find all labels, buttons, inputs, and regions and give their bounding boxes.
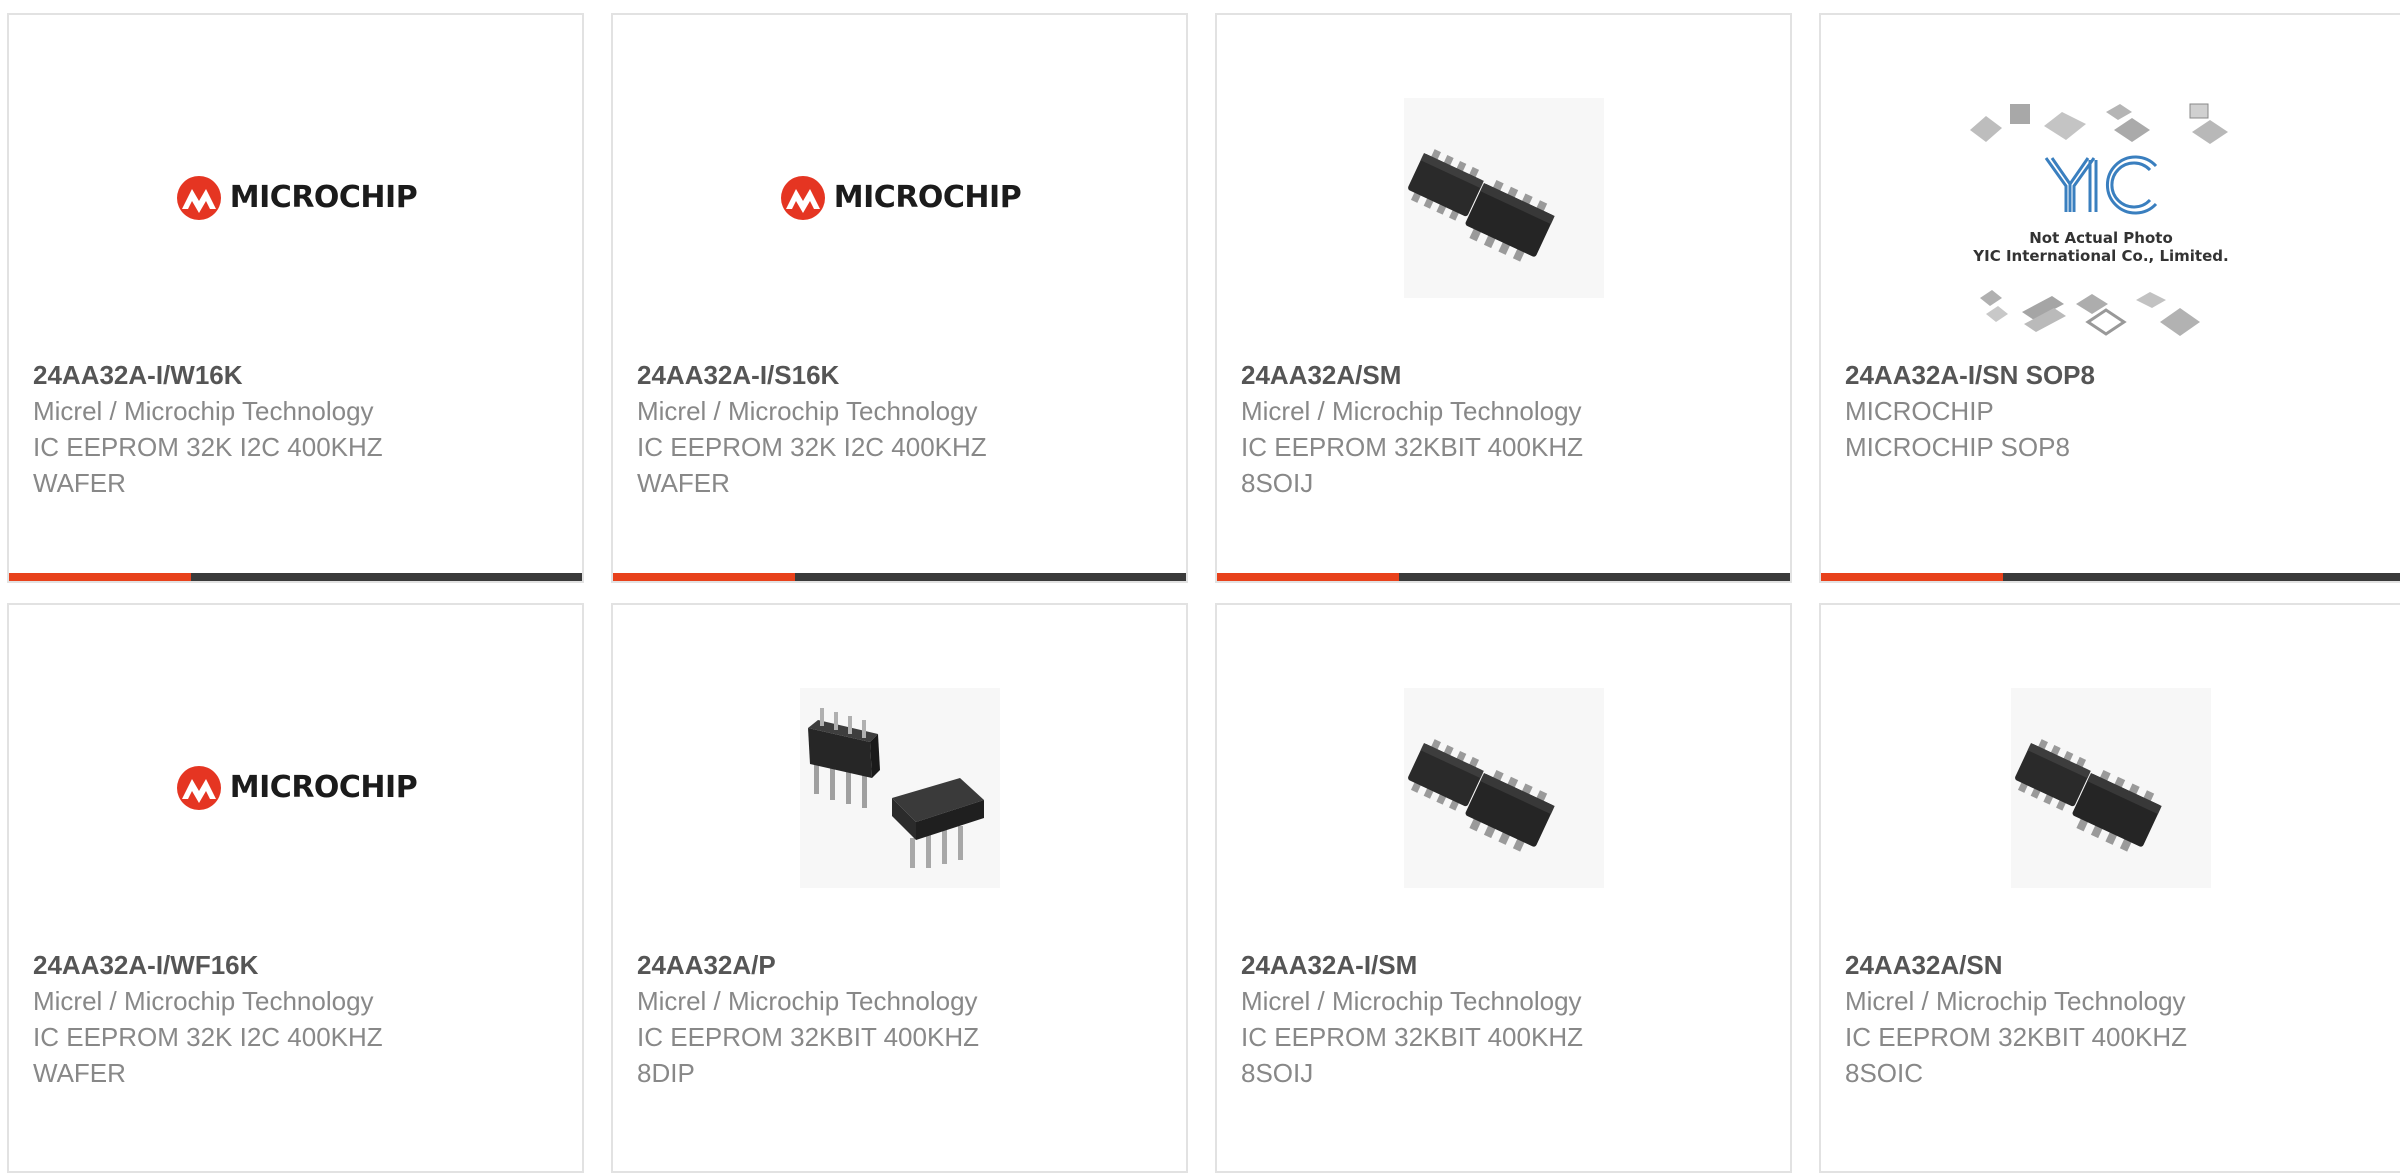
product-image[interactable]: MICROCHIP (9, 75, 582, 320)
yic-line2: YIC International Co., Limited. (1972, 247, 2228, 265)
description-line: IC EEPROM 32K I2C 400KHZ (33, 432, 383, 462)
manufacturer: Micrel / Microchip Technology (1241, 396, 1582, 426)
part-number-link[interactable]: 24AA32A/P (637, 947, 1166, 983)
product-card[interactable]: Not Actual Photo YIC International Co., … (1819, 13, 2400, 583)
microchip-logo: MICROCHIP (778, 175, 1022, 221)
description-line: IC EEPROM 32KBIT 400KHZ (1241, 1022, 1583, 1052)
manufacturer: Micrel / Microchip Technology (637, 396, 978, 426)
product-card[interactable]: MICROCHIP 24AA32A-I/WF16K Micrel / Micro… (7, 603, 584, 1173)
microchip-logo: MICROCHIP (174, 175, 418, 221)
card-accent-bar (613, 573, 795, 581)
yic-line1: Not Actual Photo (2029, 229, 2173, 247)
yic-not-actual-photo: Not Actual Photo YIC International Co., … (1969, 103, 2228, 336)
part-number-link[interactable]: 24AA32A/SN (1845, 947, 2380, 983)
product-image[interactable]: Not Actual Photo YIC International Co., … (1821, 100, 2400, 360)
product-image[interactable] (613, 665, 1186, 910)
product-card[interactable]: MICROCHIP 24AA32A-I/W16K Micrel / Microc… (7, 13, 584, 583)
soic-chips-photo (2010, 687, 2211, 888)
microchip-logo-text: MICROCHIP (229, 180, 418, 215)
soic-chips-photo (1403, 687, 1604, 888)
card-bottom-bar (1821, 573, 2400, 581)
manufacturer: Micrel / Microchip Technology (33, 396, 374, 426)
description-line: IC EEPROM 32KBIT 400KHZ (1241, 432, 1583, 462)
card-bottom-bar (613, 573, 1186, 581)
microchip-logo-text: MICROCHIP (833, 180, 1022, 215)
card-bottom-bar (1217, 573, 1790, 581)
package-line: 8SOIJ (1241, 468, 1314, 498)
package-line: 8SOIC (1845, 1058, 1924, 1088)
microchip-logo-icon (176, 175, 221, 220)
product-image[interactable]: MICROCHIP (613, 75, 1186, 320)
microchip-logo: MICROCHIP (174, 765, 418, 811)
product-image[interactable]: MICROCHIP (9, 665, 582, 910)
microchip-logo-icon (780, 175, 825, 220)
card-accent-bar (9, 573, 191, 581)
product-image[interactable] (1217, 665, 1790, 910)
package-line: WAFER (33, 1058, 126, 1088)
soic-chips-photo (1403, 97, 1604, 298)
microchip-logo-text: MICROCHIP (229, 770, 418, 805)
product-card[interactable]: 24AA32A/SM Micrel / Microchip Technology… (1215, 13, 1792, 583)
dip-chips-photo (799, 687, 1000, 888)
card-bottom-bar (9, 573, 582, 581)
part-number-link[interactable]: 24AA32A-I/SN SOP8 (1845, 357, 2380, 393)
microchip-logo-icon (176, 765, 221, 810)
description-line: IC EEPROM 32KBIT 400KHZ (1845, 1022, 2187, 1052)
product-card[interactable]: 24AA32A/SN Micrel / Microchip Technology… (1819, 603, 2400, 1173)
package-line: 8SOIJ (1241, 1058, 1314, 1088)
manufacturer: Micrel / Microchip Technology (1845, 986, 2186, 1016)
manufacturer: Micrel / Microchip Technology (637, 986, 978, 1016)
product-grid: MICROCHIP 24AA32A-I/W16K Micrel / Microc… (0, 0, 2400, 1173)
product-card[interactable]: 24AA32A/P Micrel / Microchip Technology … (611, 603, 1188, 1173)
description-line: MICROCHIP SOP8 (1845, 432, 2070, 462)
part-number-link[interactable]: 24AA32A-I/W16K (33, 357, 562, 393)
card-accent-bar (1821, 573, 2003, 581)
package-line: 8DIP (637, 1058, 695, 1088)
product-card[interactable]: 24AA32A-I/SM Micrel / Microchip Technolo… (1215, 603, 1792, 1173)
package-line: WAFER (637, 468, 730, 498)
manufacturer: Micrel / Microchip Technology (1241, 986, 1582, 1016)
card-accent-bar (1217, 573, 1399, 581)
description-line: IC EEPROM 32K I2C 400KHZ (33, 1022, 383, 1052)
part-number-link[interactable]: 24AA32A-I/S16K (637, 357, 1166, 393)
package-line: WAFER (33, 468, 126, 498)
description-line: IC EEPROM 32K I2C 400KHZ (637, 432, 987, 462)
product-image[interactable] (1217, 75, 1790, 320)
manufacturer: MICROCHIP (1845, 396, 1994, 426)
product-image[interactable] (1821, 665, 2400, 910)
part-number-link[interactable]: 24AA32A-I/SM (1241, 947, 1770, 983)
part-number-link[interactable]: 24AA32A/SM (1241, 357, 1770, 393)
manufacturer: Micrel / Microchip Technology (33, 986, 374, 1016)
part-number-link[interactable]: 24AA32A-I/WF16K (33, 947, 562, 983)
product-card[interactable]: MICROCHIP 24AA32A-I/S16K Micrel / Microc… (611, 13, 1188, 583)
description-line: IC EEPROM 32KBIT 400KHZ (637, 1022, 979, 1052)
